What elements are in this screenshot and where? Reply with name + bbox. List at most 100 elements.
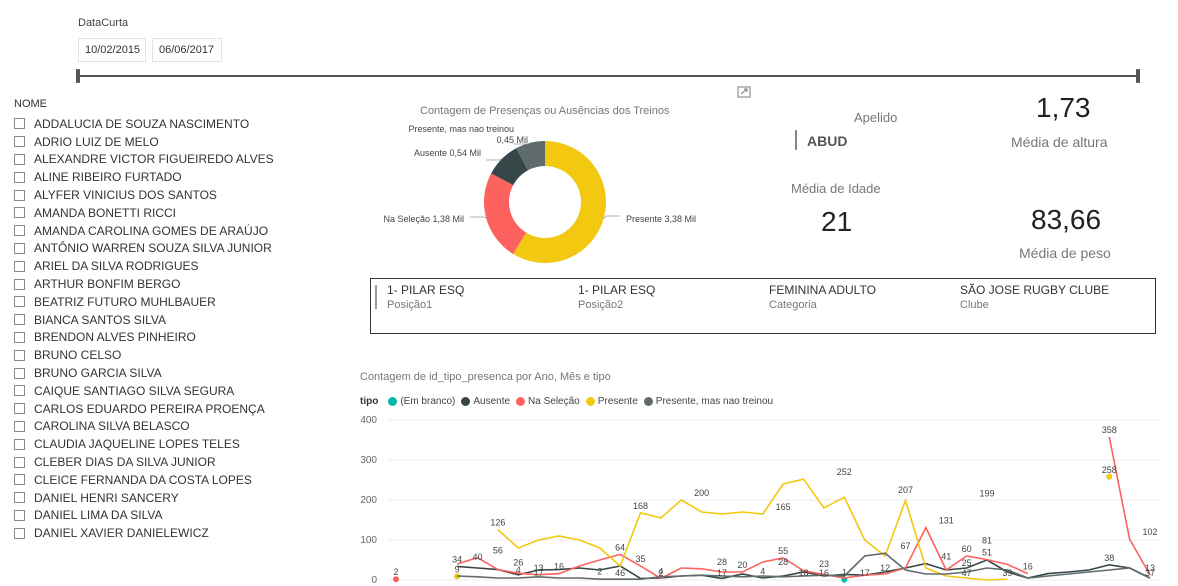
donut-slice-na-sele-o[interactable] bbox=[484, 173, 527, 254]
checkbox[interactable] bbox=[14, 403, 25, 415]
clube-value: SÃO JOSE RUGBY CLUBE bbox=[960, 283, 1110, 297]
name-label: BRENDON ALVES PINHEIRO bbox=[34, 330, 196, 345]
name-list-item[interactable]: DENER VINICIUS MULLER bbox=[14, 542, 344, 546]
legend-item[interactable]: Na Seleção bbox=[516, 396, 580, 407]
end-date-input[interactable]: 06/06/2017 bbox=[152, 38, 222, 62]
point-label: 258 bbox=[1102, 465, 1117, 475]
peso-label: Média de peso bbox=[1019, 245, 1111, 261]
checkbox[interactable] bbox=[14, 242, 25, 254]
checkbox[interactable] bbox=[14, 509, 25, 521]
name-list-item[interactable]: BIANCA SANTOS SILVA bbox=[14, 311, 344, 329]
line-chart[interactable]: 010020030040023494056126264 131716 2644635… bbox=[360, 412, 1170, 586]
name-label: CLEBER DIAS DA SILVA JUNIOR bbox=[34, 455, 216, 470]
checkbox[interactable] bbox=[14, 136, 25, 148]
point-label: 102 bbox=[1142, 527, 1157, 537]
name-list-item[interactable]: DANIEL XAVIER DANIELEWICZ bbox=[14, 524, 344, 542]
name-label: ADRIO LUIZ DE MELO bbox=[34, 134, 159, 149]
point-label: 81 bbox=[982, 536, 992, 546]
point-label: 67 bbox=[900, 541, 910, 551]
name-list-item[interactable]: ALYFER VINICIUS DOS SANTOS bbox=[14, 186, 344, 204]
name-list-item[interactable]: ANTÔNIO WARREN SOUZA SILVA JUNIOR bbox=[14, 240, 344, 258]
name-list-item[interactable]: CLEBER DIAS DA SILVA JUNIOR bbox=[14, 453, 344, 471]
checkbox[interactable] bbox=[14, 260, 25, 272]
name-list-item[interactable]: BEATRIZ FUTURO MUHLBAUER bbox=[14, 293, 344, 311]
name-list-item[interactable]: CAROLINA SILVA BELASCO bbox=[14, 418, 344, 436]
checkbox[interactable] bbox=[14, 296, 25, 308]
y-tick-label: 200 bbox=[360, 495, 377, 506]
point-label: 41 bbox=[941, 552, 951, 562]
point-label: 2 bbox=[597, 566, 602, 576]
checkbox[interactable] bbox=[14, 207, 25, 219]
categoria-value: FEMININA ADULTO bbox=[769, 283, 876, 297]
name-list-item[interactable]: BRUNO CELSO bbox=[14, 346, 344, 364]
name-list-item[interactable]: CLAUDIA JAQUELINE LOPES TELES bbox=[14, 435, 344, 453]
donut-chart-title: Contagem de Presenças ou Ausências dos T… bbox=[420, 105, 670, 117]
name-list-item[interactable]: DANIEL LIMA DA SILVA bbox=[14, 507, 344, 525]
checkbox[interactable] bbox=[14, 189, 25, 201]
name-label: BRUNO GARCIA SILVA bbox=[34, 366, 162, 381]
clube-field: SÃO JOSE RUGBY CLUBE Clube bbox=[960, 283, 1109, 311]
legend-item[interactable]: (Em branco) bbox=[388, 396, 455, 407]
name-label: AMANDA BONETTI RICCI bbox=[34, 205, 177, 220]
name-list-item[interactable]: ADDALUCIA DE SOUZA NASCIMENTO bbox=[14, 115, 344, 133]
checkbox[interactable] bbox=[14, 385, 25, 397]
name-list-item[interactable]: CLEICE FERNANDA DA COSTA LOPES bbox=[14, 471, 344, 489]
legend-item[interactable]: Ausente bbox=[461, 396, 510, 407]
point-label: 64 bbox=[615, 542, 625, 552]
checkbox[interactable] bbox=[14, 171, 25, 183]
date-slider-end-handle[interactable] bbox=[1136, 69, 1140, 83]
checkbox[interactable] bbox=[14, 367, 25, 379]
categoria-label: Categoria bbox=[769, 299, 817, 311]
point-label: 17 bbox=[534, 568, 544, 578]
checkbox[interactable] bbox=[14, 153, 25, 165]
date-slider-start-handle[interactable] bbox=[76, 69, 80, 83]
checkbox[interactable] bbox=[14, 420, 25, 432]
name-slicer-list[interactable]: ADDALUCIA DE SOUZA NASCIMENTO ADRIO LUIZ … bbox=[14, 115, 344, 546]
focus-mode-icon[interactable] bbox=[737, 86, 751, 98]
line-chart-legend[interactable]: tipo (Em branco) Ausente Na Seleção Present… bbox=[360, 396, 779, 407]
name-list-item[interactable]: AMANDA BONETTI RICCI bbox=[14, 204, 344, 222]
checkbox[interactable] bbox=[14, 331, 25, 343]
point-label: 358 bbox=[1102, 425, 1117, 435]
date-slicer-title: DataCurta bbox=[78, 17, 129, 29]
checkbox[interactable] bbox=[14, 118, 25, 130]
name-list-item[interactable]: ARIEL DA SILVA RODRIGUES bbox=[14, 257, 344, 275]
name-list-item[interactable]: BRUNO GARCIA SILVA bbox=[14, 364, 344, 382]
checkbox[interactable] bbox=[14, 225, 25, 237]
checkbox[interactable] bbox=[14, 474, 25, 486]
point-label: 38 bbox=[1104, 553, 1114, 563]
name-list-item[interactable]: BRENDON ALVES PINHEIRO bbox=[14, 329, 344, 347]
series-line-na-sele-o[interactable] bbox=[1108, 436, 1151, 576]
name-list-item[interactable]: ARTHUR BONFIM BERGO bbox=[14, 275, 344, 293]
name-list-item[interactable]: CARLOS EDUARDO PEREIRA PROENÇA bbox=[14, 400, 344, 418]
checkbox[interactable] bbox=[14, 278, 25, 290]
point-label: 16 bbox=[819, 568, 829, 578]
name-list-item[interactable]: DANIEL HENRI SANCERY bbox=[14, 489, 344, 507]
checkbox[interactable] bbox=[14, 456, 25, 468]
legend-item[interactable]: Presente, mas nao treinou bbox=[643, 396, 773, 407]
player-details-card: 1- PILAR ESQ Posição1 1- PILAR ESQ Posiç… bbox=[370, 278, 1156, 334]
name-label: ALEXANDRE VICTOR FIGUEIREDO ALVES bbox=[34, 152, 274, 167]
name-list-item[interactable]: CAIQUE SANTIAGO SILVA SEGURA bbox=[14, 382, 344, 400]
date-slider-track[interactable] bbox=[79, 75, 1139, 77]
checkbox[interactable] bbox=[14, 314, 25, 326]
name-list-item[interactable]: ALEXANDRE VICTOR FIGUEIREDO ALVES bbox=[14, 151, 344, 169]
name-list-item[interactable]: ALINE RIBEIRO FURTADO bbox=[14, 168, 344, 186]
point-label: 60 bbox=[962, 544, 972, 554]
name-label: CLEICE FERNANDA DA COSTA LOPES bbox=[34, 472, 252, 487]
donut-chart[interactable]: Presente 3,38 Mil Na Seleção 1,38 Mil Ause… bbox=[360, 118, 740, 268]
apelido-accent-bar bbox=[795, 130, 797, 150]
name-label: CARLOS EDUARDO PEREIRA PROENÇA bbox=[34, 401, 265, 416]
clube-label: Clube bbox=[960, 299, 989, 311]
checkbox[interactable] bbox=[14, 527, 25, 539]
legend-item[interactable]: Presente bbox=[585, 396, 638, 407]
checkbox[interactable] bbox=[14, 349, 25, 361]
point-label: 35 bbox=[636, 554, 646, 564]
legend-marker bbox=[388, 397, 398, 406]
checkbox[interactable] bbox=[14, 438, 25, 450]
name-list-item[interactable]: AMANDA CAROLINA GOMES DE ARAÚJO bbox=[14, 222, 344, 240]
checkbox[interactable] bbox=[14, 492, 25, 504]
legend-marker bbox=[516, 397, 526, 406]
name-list-item[interactable]: ADRIO LUIZ DE MELO bbox=[14, 133, 344, 151]
start-date-input[interactable]: 10/02/2015 bbox=[78, 38, 146, 62]
